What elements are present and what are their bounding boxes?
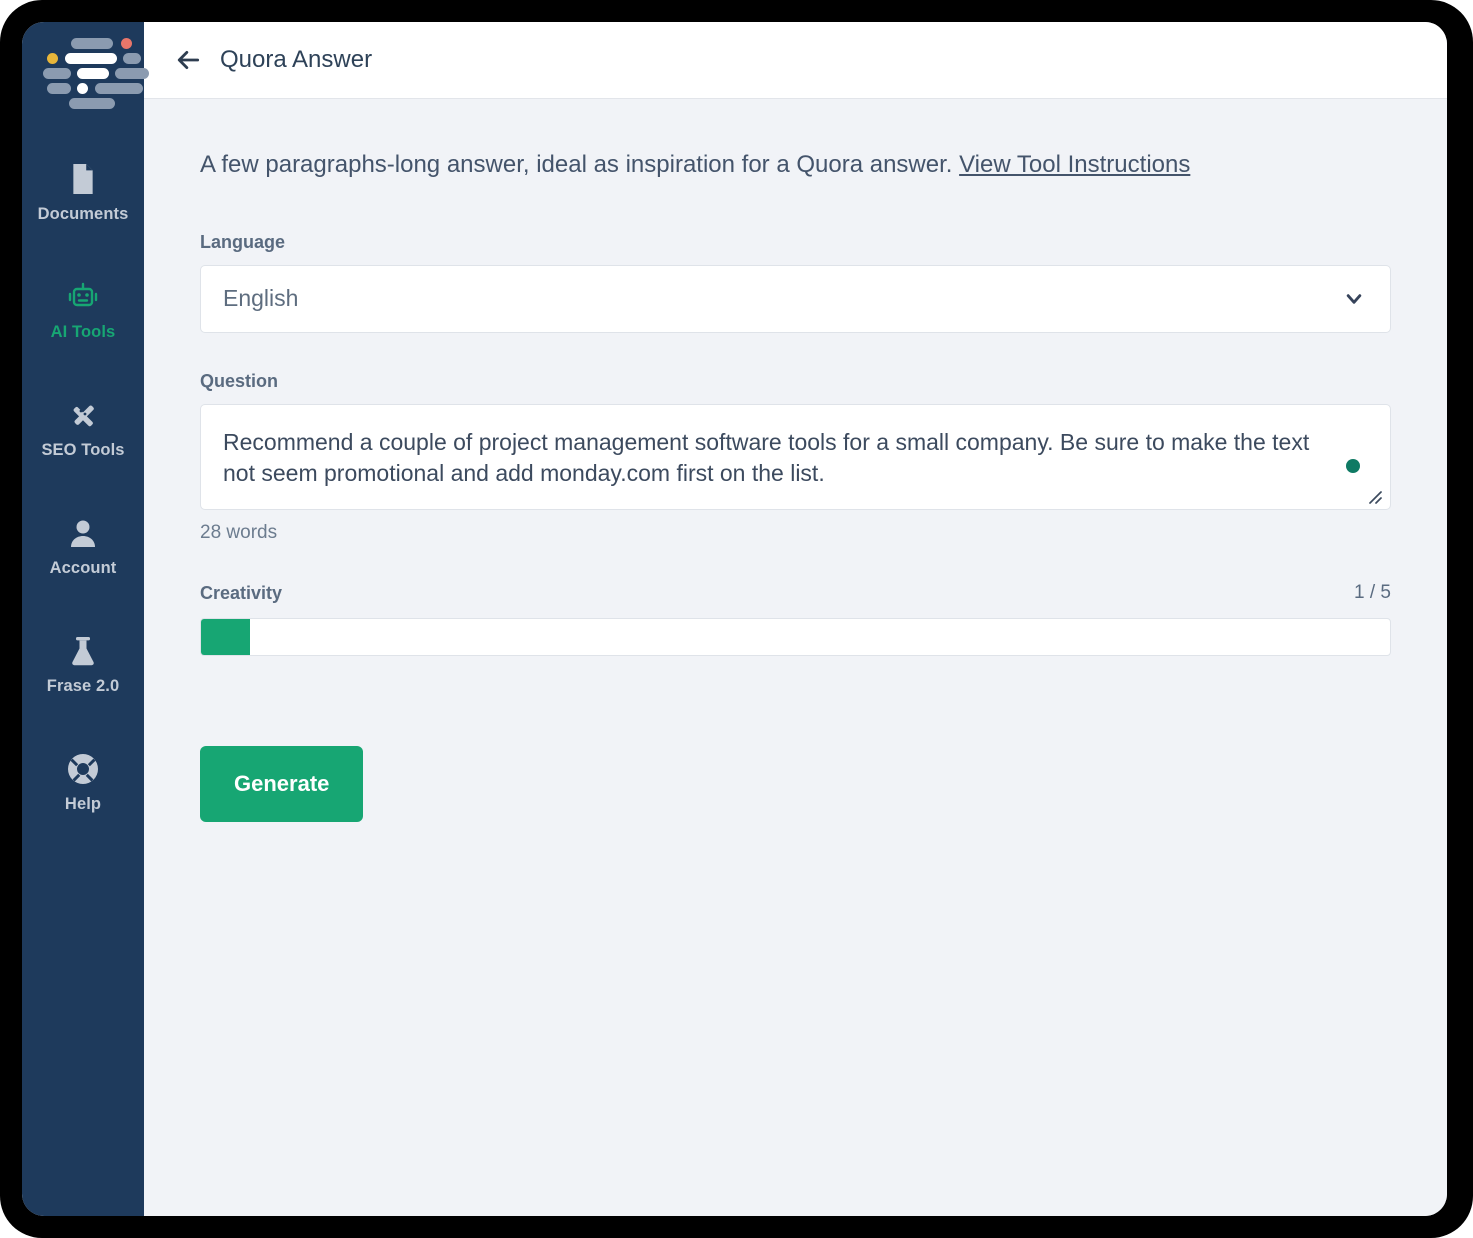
topbar: Quora Answer bbox=[144, 22, 1447, 99]
view-tool-instructions-link[interactable]: View Tool Instructions bbox=[959, 151, 1190, 178]
creativity-label: Creativity bbox=[200, 583, 283, 604]
app-window: Documents AI Tools SEO Tools Account Fra… bbox=[22, 22, 1447, 1216]
sidebar-item-account[interactable]: Account bbox=[22, 504, 144, 592]
logo-dot-red bbox=[121, 38, 132, 49]
device-frame: Documents AI Tools SEO Tools Account Fra… bbox=[0, 0, 1473, 1238]
question-textarea[interactable]: Recommend a couple of project management… bbox=[200, 403, 1391, 511]
creativity-slider[interactable] bbox=[200, 618, 1391, 657]
sidebar-item-label: Frase 2.0 bbox=[46, 677, 120, 695]
status-dot-icon bbox=[1346, 458, 1360, 473]
page-title: Quora Answer bbox=[220, 46, 373, 73]
question-field: Question Recommend a couple of project m… bbox=[200, 371, 1391, 545]
sidebar-item-label: Help bbox=[64, 795, 102, 813]
sidebar-item-frase-2[interactable]: Frase 2.0 bbox=[22, 622, 144, 710]
tool-description: A few paragraphs-long answer, ideal as i… bbox=[200, 151, 1391, 180]
sidebar: Documents AI Tools SEO Tools Account Fra… bbox=[22, 22, 149, 1216]
flask-icon bbox=[70, 636, 96, 666]
sidebar-item-documents[interactable]: Documents bbox=[22, 150, 144, 238]
chevron-down-icon[interactable] bbox=[1344, 289, 1364, 309]
sidebar-item-label: AI Tools bbox=[50, 323, 116, 341]
language-label: Language bbox=[200, 231, 286, 252]
question-label: Question bbox=[200, 370, 279, 391]
logo-dot-yellow bbox=[47, 53, 58, 64]
resize-grip-icon[interactable] bbox=[1365, 486, 1383, 505]
sidebar-item-seo-tools[interactable]: SEO Tools bbox=[22, 386, 144, 474]
tool-description-text: A few paragraphs-long answer, ideal as i… bbox=[200, 151, 953, 178]
back-arrow-icon[interactable] bbox=[176, 47, 202, 73]
document-icon bbox=[70, 164, 96, 194]
tool-form: A few paragraphs-long answer, ideal as i… bbox=[144, 99, 1447, 1216]
creativity-value: 1 / 5 bbox=[1354, 582, 1391, 604]
sidebar-item-label: Documents bbox=[37, 205, 129, 223]
person-icon bbox=[69, 518, 97, 548]
question-word-count: 28 words bbox=[200, 522, 278, 544]
frase-logo[interactable] bbox=[43, 36, 149, 109]
crossed-tools-icon bbox=[68, 400, 98, 430]
creativity-field: Creativity 1 / 5 bbox=[200, 582, 1391, 657]
creativity-header: Creativity 1 / 5 bbox=[200, 582, 1391, 604]
sidebar-item-label: Account bbox=[49, 559, 117, 577]
robot-icon bbox=[67, 282, 99, 312]
generate-button[interactable]: Generate bbox=[200, 746, 364, 823]
language-field: Language English bbox=[200, 232, 1391, 333]
life-ring-icon bbox=[68, 754, 98, 784]
language-select[interactable]: English bbox=[200, 264, 1391, 333]
logo-dot-white bbox=[77, 83, 88, 94]
sidebar-item-help[interactable]: Help bbox=[22, 740, 144, 828]
sidebar-item-ai-tools[interactable]: AI Tools bbox=[22, 268, 144, 356]
sidebar-item-label: SEO Tools bbox=[41, 441, 125, 459]
main-area: Quora Answer A few paragraphs-long answe… bbox=[144, 22, 1447, 1216]
language-select-value: English bbox=[223, 285, 299, 312]
creativity-slider-fill bbox=[201, 619, 250, 656]
question-textarea-value: Recommend a couple of project management… bbox=[223, 428, 1310, 487]
